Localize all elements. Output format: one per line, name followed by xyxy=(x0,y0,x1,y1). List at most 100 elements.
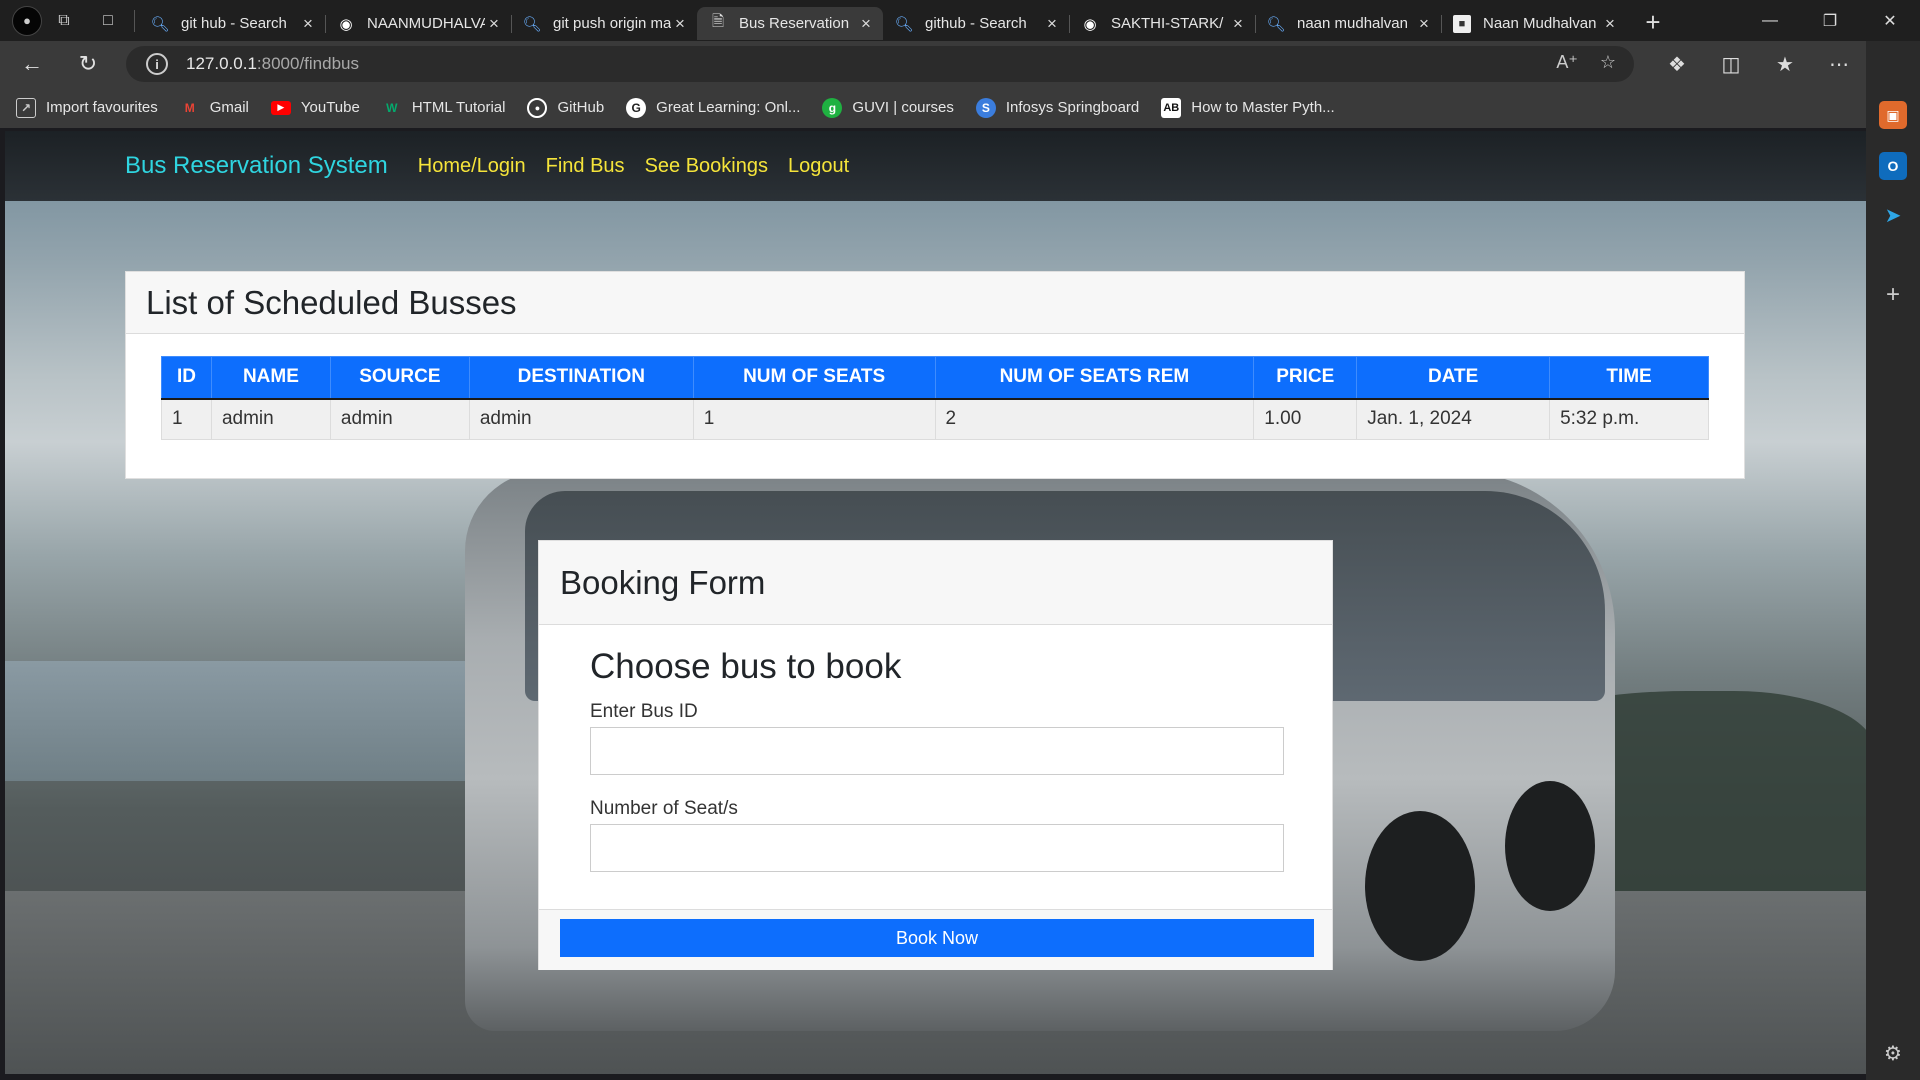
favorite-item[interactable]: S Infosys Springboard xyxy=(975,97,1140,118)
browser-tab-active[interactable]: 🗎︎ Bus Reservation × xyxy=(697,7,883,40)
extensions-icon[interactable]: ❖ xyxy=(1650,44,1704,84)
seats-label: Number of Seat/s xyxy=(590,798,738,819)
column-header: NUM OF SEATS REM xyxy=(934,356,1255,400)
close-window-icon[interactable]: ✕ xyxy=(1860,0,1920,41)
browser-tab[interactable]: ■ Naan Mudhalvan × xyxy=(1441,7,1627,40)
new-tab-button[interactable]: + xyxy=(1633,6,1673,39)
close-icon[interactable]: × xyxy=(1601,14,1619,33)
nav-home-login[interactable]: Home/Login xyxy=(418,155,526,178)
cell-price: 1.00 xyxy=(1253,398,1358,440)
browser-tab-strip: ● ⧉ □ 🔍︎ git hub - Search × ◉ NAANMUDHAL… xyxy=(0,0,1920,41)
tab-title: NAANMUDHALVAN xyxy=(367,15,485,32)
favorite-label: Import favourites xyxy=(46,99,158,116)
back-icon[interactable]: ← xyxy=(12,44,52,84)
favorite-item[interactable]: ▶ YouTube xyxy=(270,99,360,116)
cell-time: 5:32 p.m. xyxy=(1549,398,1709,440)
background-bus-wheel xyxy=(1365,811,1475,961)
split-screen-icon[interactable]: ◫ xyxy=(1704,44,1758,84)
column-header: ID xyxy=(161,356,212,400)
favorite-item[interactable]: W HTML Tutorial xyxy=(382,98,505,118)
tab-actions-icon[interactable]: □ xyxy=(86,0,130,41)
close-icon[interactable]: × xyxy=(485,14,503,33)
tab-title: Naan Mudhalvan xyxy=(1483,15,1597,32)
tab-title: git hub - Search xyxy=(181,15,287,32)
cell-name: admin xyxy=(210,398,331,440)
favorite-item[interactable]: G Great Learning: Onl... xyxy=(626,97,801,118)
restore-icon[interactable]: ❐ xyxy=(1800,0,1860,41)
cell-id: 1 xyxy=(161,398,212,440)
guvi-icon: g xyxy=(822,97,843,118)
ab-icon: AB xyxy=(1161,97,1182,118)
window-controls: — ❐ ✕ xyxy=(1740,0,1920,41)
busses-table: ID NAME SOURCE DESTINATION NUM OF SEATS … xyxy=(161,356,1709,440)
sidebar-settings-icon[interactable]: ⚙ xyxy=(1879,1039,1907,1067)
import-icon: ↗ xyxy=(16,97,36,118)
close-icon[interactable]: × xyxy=(671,14,689,33)
url-host: 127.0.0.1 xyxy=(186,54,257,73)
close-icon[interactable]: × xyxy=(857,14,875,33)
favorites-icon[interactable]: ★ xyxy=(1758,44,1812,84)
close-icon[interactable]: × xyxy=(1043,14,1061,33)
column-header: TIME xyxy=(1549,356,1709,400)
booking-form-card: Booking Form Choose bus to book Enter Bu… xyxy=(538,540,1333,970)
table-row: 1 admin admin admin 1 2 1.00 Jan. 1, 202… xyxy=(161,398,1709,440)
favorite-label: Infosys Springboard xyxy=(1005,99,1140,116)
favorite-item[interactable]: AB How to Master Pyth... xyxy=(1161,97,1335,118)
cell-num-seats-rem: 2 xyxy=(934,398,1255,440)
add-sidebar-app-icon[interactable]: + xyxy=(1879,281,1907,309)
search-icon: 🔍︎ xyxy=(894,15,914,33)
address-bar[interactable]: i 127.0.0.1:8000/findbus A⁺ ☆ xyxy=(126,46,1634,82)
page-icon: 🗎︎ xyxy=(711,13,725,30)
github-icon: ◉ xyxy=(1083,15,1097,33)
close-icon[interactable]: × xyxy=(299,14,317,33)
browser-tab[interactable]: ◉ NAANMUDHALVAN × xyxy=(325,7,511,40)
nav-logout[interactable]: Logout xyxy=(788,155,849,178)
background-bus-wheel xyxy=(1505,781,1595,911)
booking-form-title: Booking Form xyxy=(539,541,1332,625)
favorite-label: Great Learning: Onl... xyxy=(656,99,801,116)
seats-input[interactable] xyxy=(590,824,1284,872)
browser-tab[interactable]: 🔍︎ naan mudhalvan × xyxy=(1255,7,1441,40)
read-aloud-icon[interactable]: A⁺ xyxy=(1556,52,1578,73)
profile-avatar[interactable]: ● xyxy=(12,5,42,36)
close-icon[interactable]: × xyxy=(1229,14,1247,33)
refresh-icon[interactable]: ↻ xyxy=(68,44,108,84)
bus-id-input[interactable] xyxy=(590,727,1284,775)
booking-form-footer: Book Now xyxy=(539,909,1332,970)
favorite-label: GUVI | courses xyxy=(852,99,954,116)
tab-title: git push origin main xyxy=(553,15,671,32)
url-path: :8000/findbus xyxy=(256,54,359,73)
site-info-icon[interactable]: i xyxy=(146,53,168,75)
favorite-item[interactable]: ↗ Import favourites xyxy=(16,97,158,118)
scheduled-busses-title: List of Scheduled Busses xyxy=(126,272,1744,334)
browser-tab[interactable]: 🔍︎ github - Search × xyxy=(883,7,1069,40)
edge-sidebar: ▣ O ➤ + ⚙ xyxy=(1866,41,1920,1080)
column-header: DESTINATION xyxy=(468,356,694,400)
favorite-star-icon[interactable]: ☆ xyxy=(1600,52,1616,73)
search-icon: 🔍︎ xyxy=(522,15,542,33)
book-now-button[interactable]: Book Now xyxy=(560,919,1314,957)
favorite-label: Gmail xyxy=(209,99,249,116)
tools-icon[interactable]: ▣ xyxy=(1879,101,1907,129)
browser-tab[interactable]: 🔍︎ git push origin main × xyxy=(511,7,697,40)
close-icon[interactable]: × xyxy=(1415,14,1433,33)
brand-title[interactable]: Bus Reservation System xyxy=(125,152,388,180)
browser-tab[interactable]: 🔍︎ git hub - Search × xyxy=(139,7,325,40)
minimize-icon[interactable]: — xyxy=(1740,0,1800,41)
favorite-item[interactable]: g GUVI | courses xyxy=(822,97,954,118)
search-icon: 🔍︎ xyxy=(150,15,170,33)
browser-tab[interactable]: ◉ SAKTHI-STARK/ × xyxy=(1069,7,1255,40)
outlook-icon[interactable]: O xyxy=(1879,152,1907,180)
nav-see-bookings[interactable]: See Bookings xyxy=(645,155,768,178)
nav-find-bus[interactable]: Find Bus xyxy=(546,155,625,178)
booking-subtitle: Choose bus to book xyxy=(590,647,902,686)
github-icon: ◉ xyxy=(339,15,353,33)
tab-title: Bus Reservation xyxy=(739,15,850,32)
favorite-label: How to Master Pyth... xyxy=(1191,99,1335,116)
favorite-item[interactable]: M Gmail xyxy=(180,98,249,118)
workspaces-icon[interactable]: ⧉ xyxy=(42,0,86,41)
favorite-item[interactable]: ● GitHub xyxy=(527,97,604,118)
telegram-icon[interactable]: ➤ xyxy=(1879,201,1907,229)
more-options-icon[interactable]: ⋯ xyxy=(1812,44,1866,84)
url-text[interactable]: 127.0.0.1:8000/findbus xyxy=(186,54,359,74)
